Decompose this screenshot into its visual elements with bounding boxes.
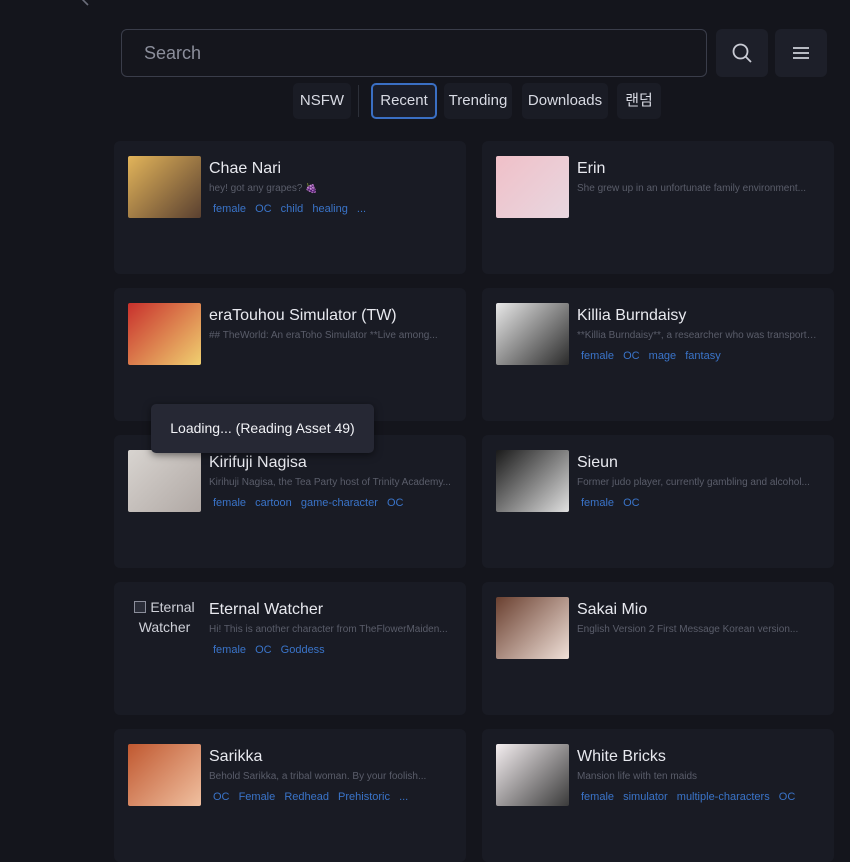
tab-recent[interactable]: Recent — [371, 83, 437, 119]
character-card[interactable]: Kirifuji Nagisa Kirihuji Nagisa, the Tea … — [114, 435, 466, 568]
character-thumbnail — [128, 156, 201, 218]
tag[interactable]: ... — [357, 203, 366, 215]
character-description: ## TheWorld: An eraToho Simulator **Live… — [209, 330, 438, 341]
character-thumbnail — [496, 303, 569, 365]
character-description: Behold Sarikka, a tribal woman. By your … — [209, 771, 427, 782]
character-title: Chae Nari — [209, 160, 282, 177]
search-field[interactable] — [121, 29, 707, 77]
broken-image-icon — [134, 601, 147, 613]
tag[interactable]: simulator — [623, 791, 668, 803]
tag-list: female OC Goddess — [210, 641, 455, 660]
character-title: Sarikka — [209, 748, 263, 765]
character-description: hey! got any grapes? 🍇 — [209, 183, 318, 194]
tag[interactable]: ... — [399, 791, 408, 803]
character-card[interactable]: Killia Burndaisy **Killia Burndaisy**, a … — [482, 288, 834, 421]
character-title: White Bricks — [577, 748, 666, 765]
character-description: Former judo player, currently gambling a… — [577, 477, 810, 488]
character-thumbnail — [496, 450, 569, 512]
character-title: Sakai Mio — [577, 601, 648, 618]
character-card[interactable]: Chae Nari hey! got any grapes? 🍇 female OC… — [114, 141, 466, 274]
character-description: **Killia Burndaisy**, a researcher who w… — [577, 330, 822, 341]
tag-list: female OC child healing ... — [210, 200, 455, 219]
tag[interactable]: female — [213, 203, 246, 215]
character-title: eraTouhou Simulator (TW) — [209, 307, 397, 324]
menu-button[interactable] — [775, 29, 827, 77]
character-title: Sieun — [577, 454, 618, 471]
image-alt-text: Eternal Watcher — [138, 599, 195, 635]
character-card[interactable]: Sakai Mio English Version 2 First Message… — [482, 582, 834, 715]
tag-list: female OC — [578, 494, 823, 513]
character-thumbnail — [496, 597, 569, 659]
tag[interactable]: OC — [255, 644, 272, 656]
tag[interactable]: Prehistoric — [338, 791, 390, 803]
tag[interactable]: OC — [255, 203, 272, 215]
character-thumbnail — [496, 156, 569, 218]
tag[interactable]: female — [213, 644, 246, 656]
character-card[interactable]: Sieun Former judo player, currently gambl… — [482, 435, 834, 568]
character-card[interactable]: White Bricks Mansion life with ten maids f… — [482, 729, 834, 862]
tag[interactable]: cartoon — [255, 497, 292, 509]
tag[interactable]: OC — [623, 497, 640, 509]
tag-list: female cartoon game-character OC — [210, 494, 455, 513]
tag-list: female OC mage fantasy — [578, 347, 823, 366]
tag[interactable]: multiple-characters — [677, 791, 770, 803]
tag[interactable]: female — [213, 497, 246, 509]
hamburger-menu-icon — [793, 47, 809, 59]
tab-random[interactable]: 랜덤 — [617, 83, 661, 119]
tag[interactable]: game-character — [301, 497, 378, 509]
character-description: Kirihuji Nagisa, the Tea Party host of T… — [209, 477, 451, 488]
tag[interactable]: female — [581, 791, 614, 803]
tab-downloads[interactable]: Downloads — [522, 83, 608, 119]
tag[interactable]: female — [581, 497, 614, 509]
tag[interactable]: healing — [312, 203, 347, 215]
tag[interactable]: Redhead — [284, 791, 329, 803]
character-description: Mansion life with ten maids — [577, 771, 698, 782]
character-description: She grew up in an unfortunate family env… — [577, 183, 807, 194]
character-thumbnail — [128, 450, 201, 512]
character-title: Kirifuji Nagisa — [209, 454, 307, 471]
character-thumbnail — [128, 744, 201, 806]
tag[interactable]: OC — [623, 350, 640, 362]
character-description: Hi! This is another character from TheFl… — [209, 624, 448, 635]
character-thumbnail — [496, 744, 569, 806]
tag-list: female simulator multiple-characters OC — [578, 788, 823, 807]
character-description: English Version 2 First Message Korean v… — [577, 624, 799, 635]
character-title: Erin — [577, 160, 606, 177]
tag[interactable]: child — [281, 203, 304, 215]
tab-nsfw[interactable]: NSFW — [293, 83, 351, 119]
character-card[interactable]: Erin She grew up in an unfortunate family… — [482, 141, 834, 274]
tag[interactable]: OC — [387, 497, 404, 509]
character-title: Eternal Watcher — [209, 601, 324, 618]
search-input[interactable] — [122, 30, 706, 76]
tag-list: OC Female Redhead Prehistoric ... — [210, 788, 455, 807]
tag[interactable]: OC — [779, 791, 796, 803]
character-thumbnail — [128, 303, 201, 365]
character-card[interactable]: eraTouhou Simulator (TW) ## TheWorld: An … — [114, 288, 466, 421]
broken-image: Eternal Watcher — [128, 597, 201, 637]
character-title: Killia Burndaisy — [577, 307, 687, 324]
search-button[interactable] — [716, 29, 768, 77]
tag[interactable]: Goddess — [281, 644, 325, 656]
search-icon — [732, 43, 752, 63]
tag[interactable]: mage — [649, 350, 677, 362]
tab-divider — [358, 85, 359, 117]
filter-tabs: NSFW Recent Trending Downloads 랜덤 — [0, 83, 850, 119]
character-card[interactable]: Eternal Watcher Eternal Watcher Hi! This i… — [114, 582, 466, 715]
loading-toast: Loading... (Reading Asset 49) — [151, 404, 374, 453]
tag[interactable]: fantasy — [685, 350, 720, 362]
tag[interactable]: female — [581, 350, 614, 362]
tab-trending[interactable]: Trending — [444, 83, 512, 119]
character-card[interactable]: Sarikka Behold Sarikka, a tribal woman. B… — [114, 729, 466, 862]
tag[interactable]: OC — [213, 791, 230, 803]
back-arrow-icon[interactable] — [80, 0, 98, 6]
tag[interactable]: Female — [239, 791, 276, 803]
